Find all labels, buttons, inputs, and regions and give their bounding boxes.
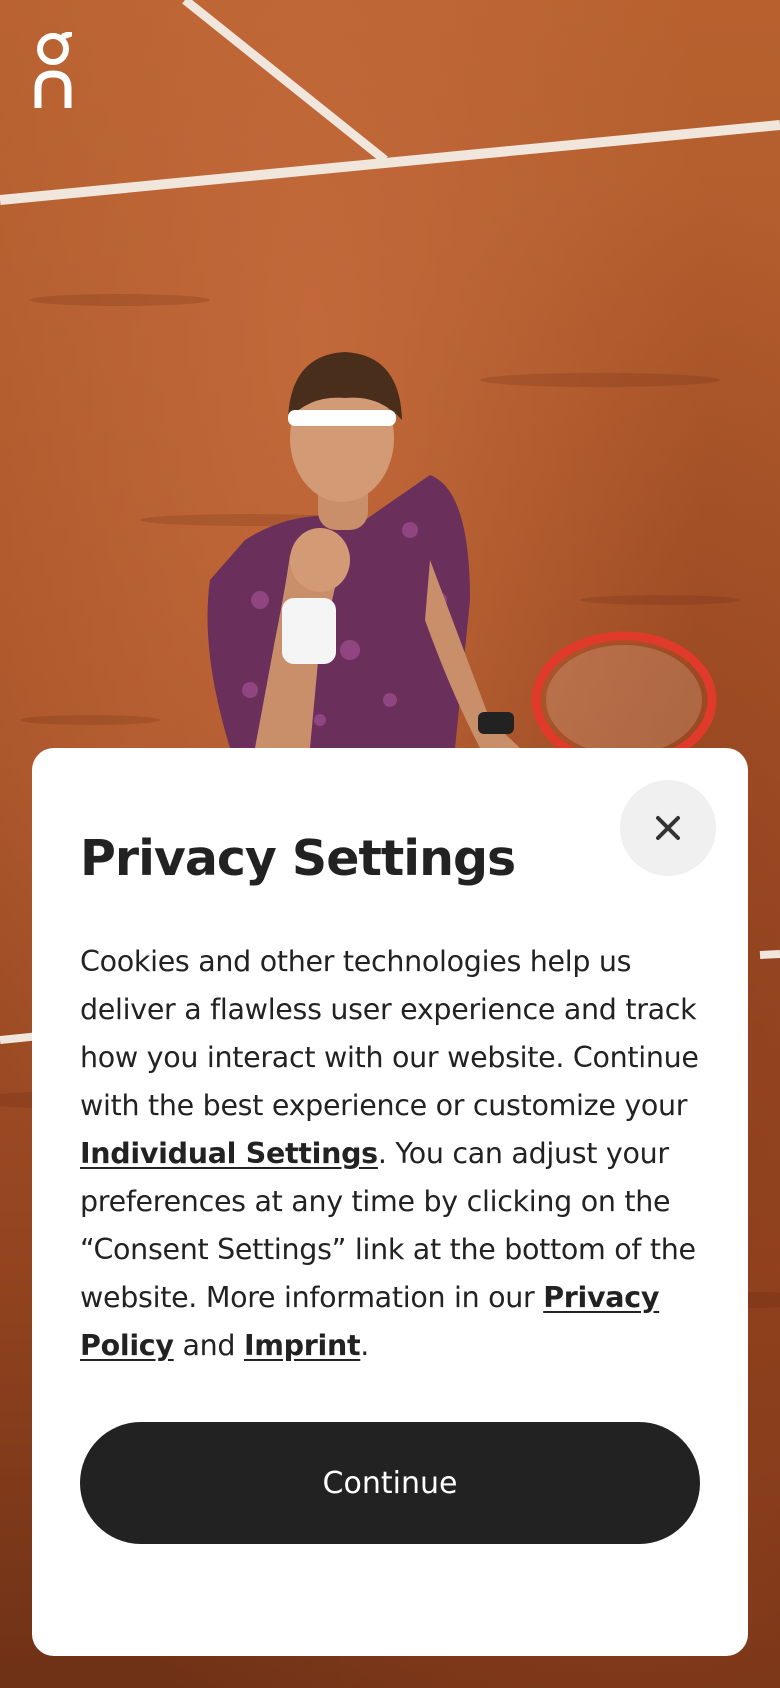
close-icon [656, 816, 680, 840]
close-button[interactable] [620, 780, 716, 876]
individual-settings-link[interactable]: Individual Settings [80, 1137, 378, 1170]
body-text-part-3: and [173, 1329, 244, 1362]
privacy-dialog: Privacy Settings Cookies and other techn… [32, 748, 748, 1656]
body-text-part-1: Cookies and other technologies help us d… [80, 945, 699, 1122]
imprint-link[interactable]: Imprint [244, 1329, 361, 1362]
dialog-body: Cookies and other technologies help us d… [80, 938, 710, 1370]
dialog-title: Privacy Settings [80, 830, 516, 887]
on-logo-icon[interactable] [34, 31, 73, 110]
body-text-part-4: . [360, 1329, 370, 1362]
continue-button[interactable]: Continue [80, 1422, 700, 1544]
